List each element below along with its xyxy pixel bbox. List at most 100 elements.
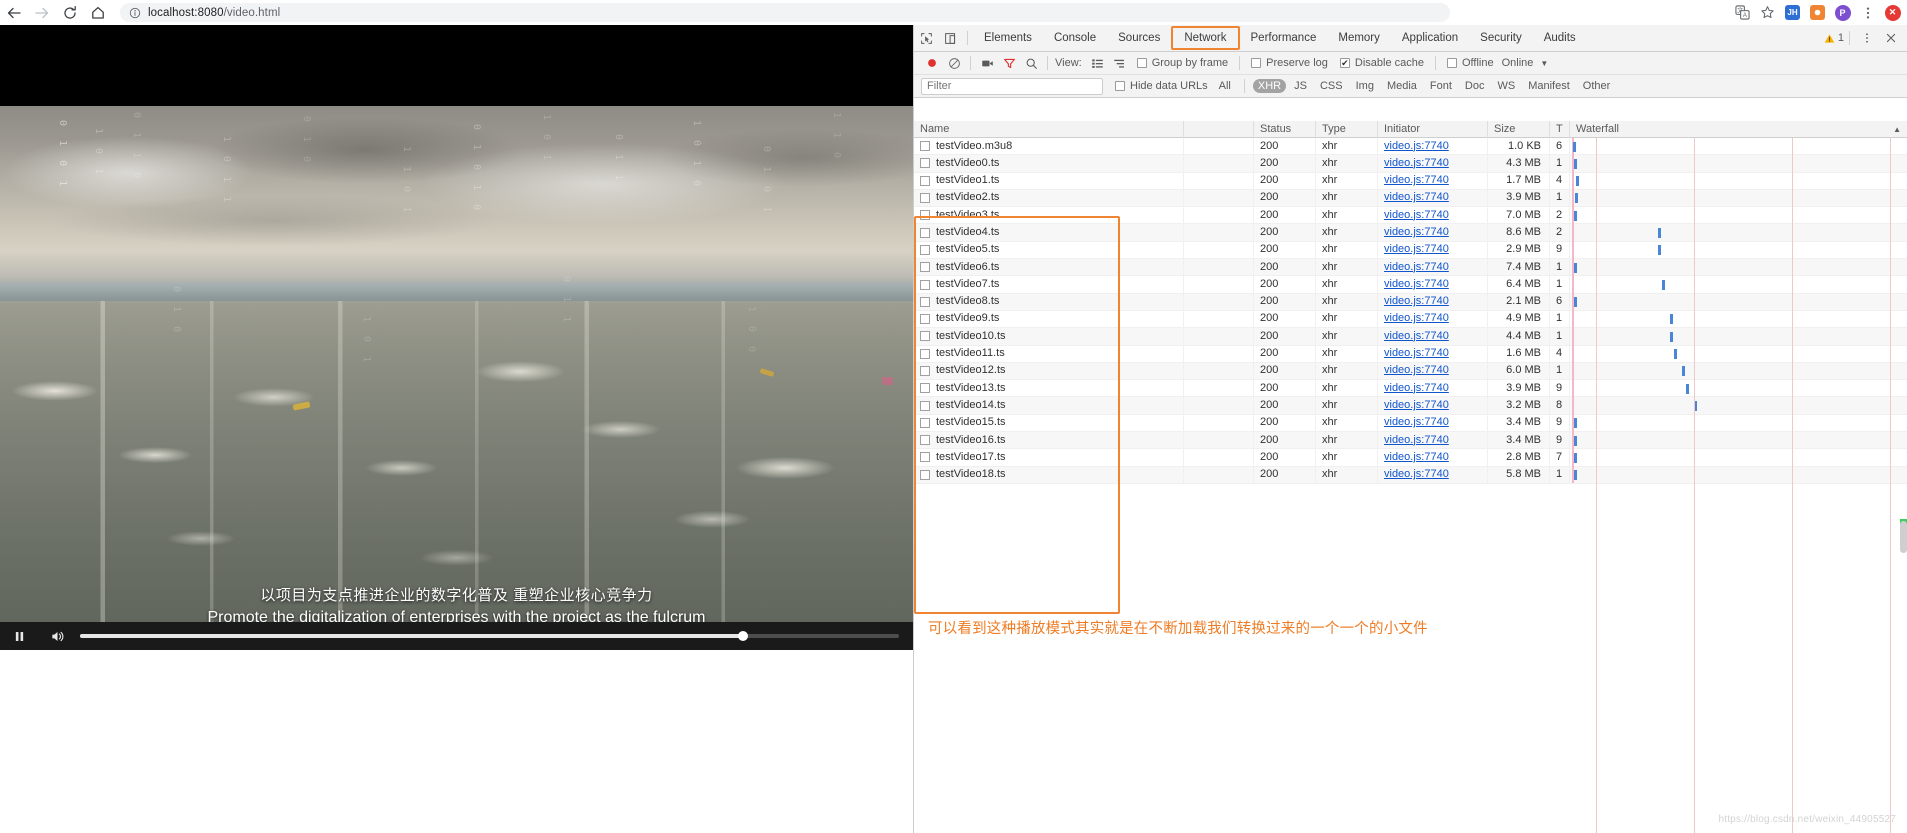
table-row[interactable]: testVideo.m3u8 200 xhr video.js:7740 1.0 KB 6: [914, 137, 1907, 156]
request-select-checkbox[interactable]: [920, 227, 930, 238]
request-select-checkbox[interactable]: [920, 400, 930, 411]
column-header-name[interactable]: Name: [914, 121, 1184, 138]
table-row[interactable]: testVideo10.ts 200 xhr video.js:7740 4.4 MB 1: [914, 327, 1907, 346]
request-name-cell[interactable]: testVideo11.ts: [914, 345, 1184, 363]
request-select-checkbox[interactable]: [920, 158, 930, 169]
initiator-cell[interactable]: video.js:7740: [1378, 172, 1488, 190]
forward-button[interactable]: [28, 0, 56, 25]
initiator-cell[interactable]: video.js:7740: [1378, 154, 1488, 173]
preserve-log-option[interactable]: Preserve log: [1251, 57, 1328, 69]
tab-console[interactable]: Console: [1043, 27, 1107, 49]
request-select-checkbox[interactable]: [920, 452, 930, 463]
offline-option[interactable]: Offline: [1446, 57, 1494, 69]
type-filter-img[interactable]: Img: [1351, 79, 1379, 93]
type-filter-ws[interactable]: WS: [1492, 79, 1520, 93]
pause-button[interactable]: [0, 622, 38, 650]
request-select-checkbox[interactable]: [920, 348, 930, 359]
hide-data-urls-option[interactable]: Hide data URLs: [1115, 80, 1208, 92]
type-filter-font[interactable]: Font: [1425, 79, 1457, 93]
progress-bar[interactable]: [76, 622, 913, 650]
initiator-cell[interactable]: video.js:7740: [1378, 275, 1488, 294]
table-body[interactable]: testVideo.m3u8 200 xhr video.js:7740 1.0 KB 6…: [914, 137, 1907, 484]
throttle-caret-icon[interactable]: ▼: [1540, 59, 1548, 68]
request-select-checkbox[interactable]: [920, 331, 930, 342]
filter-input[interactable]: [921, 77, 1103, 95]
filter-toggle-button[interactable]: [998, 52, 1020, 74]
initiator-cell[interactable]: video.js:7740: [1378, 223, 1488, 242]
request-select-checkbox[interactable]: [920, 279, 930, 290]
type-filter-xhr[interactable]: XHR: [1252, 79, 1287, 93]
request-name-cell[interactable]: testVideo13.ts: [914, 379, 1184, 397]
initiator-cell[interactable]: video.js:7740: [1378, 310, 1488, 328]
vertical-scrollbar-thumb[interactable]: [1900, 521, 1907, 553]
view-grouped-button[interactable]: [1109, 52, 1131, 74]
request-name-cell[interactable]: testVideo8.ts: [914, 293, 1184, 311]
type-filter-css[interactable]: CSS: [1315, 79, 1348, 93]
bookmark-star-icon[interactable]: [1755, 0, 1780, 25]
initiator-link[interactable]: video.js:7740: [1384, 140, 1449, 152]
initiator-cell[interactable]: video.js:7740: [1378, 206, 1488, 224]
initiator-cell[interactable]: video.js:7740: [1378, 293, 1488, 311]
request-name-cell[interactable]: testVideo18.ts: [914, 466, 1184, 484]
initiator-link[interactable]: video.js:7740: [1384, 191, 1449, 203]
request-select-checkbox[interactable]: [920, 383, 930, 394]
tab-performance[interactable]: Performance: [1240, 27, 1328, 49]
initiator-link[interactable]: video.js:7740: [1384, 382, 1449, 394]
table-row[interactable]: testVideo11.ts 200 xhr video.js:7740 1.6 MB 4: [914, 345, 1907, 363]
type-filter-js[interactable]: JS: [1289, 79, 1312, 93]
throttle-value[interactable]: Online: [1502, 57, 1534, 69]
request-name-cell[interactable]: testVideo4.ts: [914, 223, 1184, 242]
table-row[interactable]: testVideo13.ts 200 xhr video.js:7740 3.9 MB 9: [914, 379, 1907, 398]
hide-data-urls-checkbox[interactable]: [1115, 81, 1125, 91]
request-name-cell[interactable]: testVideo17.ts: [914, 448, 1184, 467]
table-row[interactable]: testVideo8.ts 200 xhr video.js:7740 2.1 MB 6: [914, 293, 1907, 311]
table-row[interactable]: testVideo16.ts 200 xhr video.js:7740 3.4 MB 9: [914, 431, 1907, 450]
request-name-cell[interactable]: testVideo0.ts: [914, 154, 1184, 173]
reload-button[interactable]: [56, 0, 84, 25]
request-name-cell[interactable]: testVideo9.ts: [914, 310, 1184, 328]
type-filter-other[interactable]: Other: [1578, 79, 1616, 93]
initiator-link[interactable]: video.js:7740: [1384, 312, 1449, 324]
request-select-checkbox[interactable]: [920, 366, 930, 376]
request-select-checkbox[interactable]: [920, 141, 930, 152]
video-canvas[interactable]: 0 1 0 1 1 0 1 0 1 1 0 1 0 1 1 0 1 0 1 1 …: [0, 25, 913, 622]
device-toolbar-button[interactable]: [938, 25, 962, 52]
column-header-waterfall[interactable]: Waterfall: [1576, 121, 1619, 138]
initiator-cell[interactable]: video.js:7740: [1378, 396, 1488, 415]
back-button[interactable]: [0, 0, 28, 25]
column-header-initiator[interactable]: Initiator: [1378, 121, 1488, 138]
initiator-link[interactable]: video.js:7740: [1384, 364, 1449, 376]
capture-screenshots-button[interactable]: [976, 52, 998, 74]
table-row[interactable]: testVideo7.ts 200 xhr video.js:7740 6.4 MB 1: [914, 275, 1907, 294]
request-name-cell[interactable]: testVideo3.ts: [914, 206, 1184, 224]
video-player-pane[interactable]: 0 1 0 1 1 0 1 0 1 1 0 1 0 1 1 0 1 0 1 1 …: [0, 25, 913, 833]
initiator-link[interactable]: video.js:7740: [1384, 174, 1449, 186]
initiator-link[interactable]: video.js:7740: [1384, 278, 1449, 290]
initiator-link[interactable]: video.js:7740: [1384, 243, 1449, 255]
group-by-frame-option[interactable]: Group by frame: [1136, 57, 1228, 69]
table-row[interactable]: testVideo1.ts 200 xhr video.js:7740 1.7 MB 4: [914, 172, 1907, 190]
initiator-link[interactable]: video.js:7740: [1384, 451, 1449, 463]
tab-elements[interactable]: Elements: [973, 27, 1043, 49]
request-name-cell[interactable]: testVideo15.ts: [914, 414, 1184, 432]
initiator-cell[interactable]: video.js:7740: [1378, 362, 1488, 380]
tab-audits[interactable]: Audits: [1533, 27, 1587, 49]
request-name-cell[interactable]: testVideo6.ts: [914, 258, 1184, 276]
initiator-cell[interactable]: video.js:7740: [1378, 241, 1488, 259]
disable-cache-checkbox[interactable]: [1339, 58, 1350, 68]
initiator-cell[interactable]: video.js:7740: [1378, 466, 1488, 484]
request-select-checkbox[interactable]: [920, 244, 930, 255]
column-header-status[interactable]: Status: [1254, 121, 1316, 138]
progress-track[interactable]: [80, 631, 899, 641]
initiator-cell[interactable]: video.js:7740: [1378, 327, 1488, 346]
video-control-bar[interactable]: [0, 622, 913, 650]
request-select-checkbox[interactable]: [920, 193, 930, 204]
request-select-checkbox[interactable]: [920, 435, 930, 446]
request-select-checkbox[interactable]: [920, 469, 930, 480]
initiator-link[interactable]: video.js:7740: [1384, 209, 1449, 221]
table-row[interactable]: testVideo0.ts 200 xhr video.js:7740 4.3 MB 1: [914, 154, 1907, 173]
disable-cache-option[interactable]: Disable cache: [1339, 57, 1424, 69]
offline-checkbox[interactable]: [1446, 58, 1457, 68]
initiator-link[interactable]: video.js:7740: [1384, 261, 1449, 273]
column-header-type[interactable]: Type: [1316, 121, 1378, 138]
